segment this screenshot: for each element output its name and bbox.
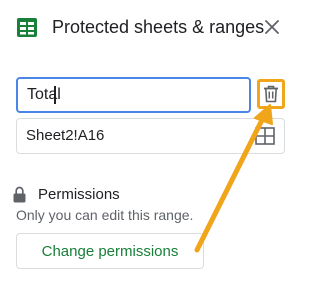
panel-title: Protected sheets & ranges [52, 17, 265, 37]
sheets-icon [17, 18, 37, 37]
permissions-heading: Permissions [38, 186, 120, 203]
range-value: Sheet2!A16 [26, 127, 105, 144]
lock-icon [13, 186, 26, 203]
grid-icon[interactable] [255, 127, 275, 145]
close-icon [265, 20, 279, 34]
range-name-input[interactable] [16, 77, 251, 113]
text-cursor [54, 86, 56, 104]
permissions-description: Only you can edit this range. [16, 207, 194, 223]
close-button[interactable] [262, 17, 282, 37]
change-permissions-button[interactable]: Change permissions [16, 233, 204, 269]
delete-range-button[interactable] [257, 79, 285, 109]
trash-icon [264, 85, 278, 103]
